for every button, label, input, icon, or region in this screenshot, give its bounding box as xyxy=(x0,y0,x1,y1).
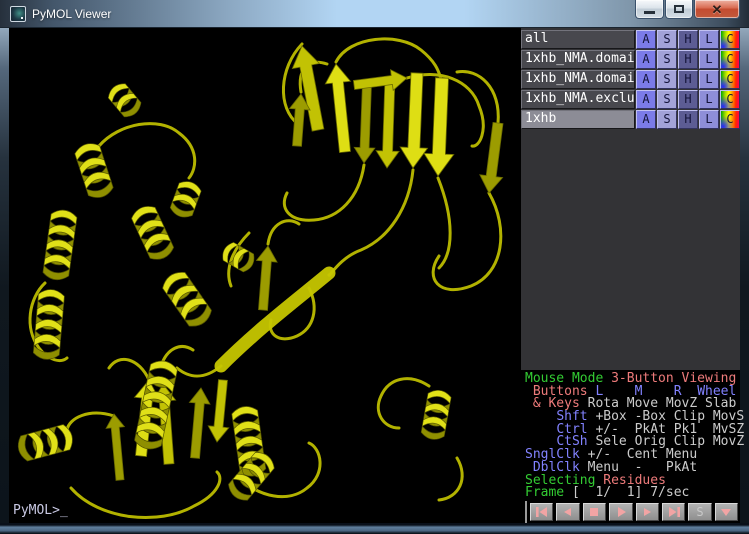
protein-structure xyxy=(9,28,521,523)
object-label[interactable]: 1xhb xyxy=(521,110,635,129)
stop-icon xyxy=(587,506,601,518)
menu-button[interactable] xyxy=(715,503,738,521)
a-menu-button[interactable]: A xyxy=(636,30,656,49)
frame-line: Frame [ 1/ 1] 7/sec xyxy=(525,487,740,500)
object-row-1xhb-nma-domain-[interactable]: 1xhb_NMA.domain.ASHLC xyxy=(521,70,740,89)
s-menu-button[interactable]: S xyxy=(657,110,677,129)
h-menu-button[interactable]: H xyxy=(678,30,698,49)
c-menu-button[interactable]: C xyxy=(720,30,740,49)
s-menu-button[interactable]: S xyxy=(657,50,677,69)
go-to-start-button[interactable] xyxy=(530,503,553,521)
scene-button[interactable]: S xyxy=(688,503,711,521)
molecule-viewport[interactable]: PyMOL>_ xyxy=(9,28,521,523)
a-menu-button[interactable]: A xyxy=(636,50,656,69)
object-label[interactable]: 1xhb_NMA.exclude xyxy=(521,90,635,109)
step-back-button[interactable] xyxy=(556,503,579,521)
titlebar[interactable]: PyMOL Viewer ✕ xyxy=(0,0,749,28)
maximize-button[interactable] xyxy=(665,0,693,19)
h-menu-button[interactable]: H xyxy=(678,110,698,129)
skip-start-icon xyxy=(535,506,549,518)
window-border-left xyxy=(0,28,9,523)
minimize-button[interactable] xyxy=(635,0,664,19)
a-menu-button[interactable]: A xyxy=(636,70,656,89)
go-to-end-button[interactable] xyxy=(662,503,685,521)
object-row-1xhb-nma-exclude[interactable]: 1xhb_NMA.excludeASHLC xyxy=(521,90,740,109)
play-button[interactable] xyxy=(609,503,632,521)
step-forward-icon xyxy=(640,506,654,518)
l-menu-button[interactable]: L xyxy=(699,90,719,109)
stop-button[interactable] xyxy=(583,503,606,521)
step-back-icon xyxy=(561,506,575,518)
s-menu-button[interactable]: S xyxy=(657,30,677,49)
object-row-1xhb[interactable]: 1xhbASHLC xyxy=(521,110,740,129)
c-menu-button[interactable]: C xyxy=(720,70,740,89)
text-segment: Frame xyxy=(525,485,572,500)
c-menu-button[interactable]: C xyxy=(720,50,740,69)
object-list: allASHLC1xhb_NMA.domain.ASHLC1xhb_NMA.do… xyxy=(521,28,740,129)
l-menu-button[interactable]: L xyxy=(699,50,719,69)
close-icon: ✕ xyxy=(712,3,723,16)
mouse-panel: Mouse Mode 3-Button Viewing Buttons L M … xyxy=(521,370,740,523)
s-letter-icon: S xyxy=(696,506,703,518)
l-menu-button[interactable]: L xyxy=(699,70,719,89)
movie-playback-bar: S xyxy=(525,501,740,523)
step-forward-button[interactable] xyxy=(636,503,659,521)
a-menu-button[interactable]: A xyxy=(636,90,656,109)
h-menu-button[interactable]: H xyxy=(678,70,698,89)
a-menu-button[interactable]: A xyxy=(636,110,656,129)
maximize-icon xyxy=(674,5,684,13)
object-label[interactable]: all xyxy=(521,30,635,49)
app-icon xyxy=(10,6,26,22)
skip-end-icon xyxy=(667,506,681,518)
c-menu-button[interactable]: C xyxy=(720,110,740,129)
object-label[interactable]: 1xhb_NMA.domain. xyxy=(521,70,635,89)
caption-buttons: ✕ xyxy=(635,0,740,19)
s-menu-button[interactable]: S xyxy=(657,90,677,109)
play-icon xyxy=(614,506,628,518)
object-row-all[interactable]: allASHLC xyxy=(521,30,740,49)
l-menu-button[interactable]: L xyxy=(699,110,719,129)
pymol-viewer-window: PyMOL Viewer ✕ xyxy=(0,0,749,534)
minimize-icon xyxy=(644,11,655,14)
text-segment: [ 1/ 1] 7/sec xyxy=(572,485,689,500)
internal-gui-panel: allASHLC1xhb_NMA.domain.ASHLC1xhb_NMA.do… xyxy=(521,28,740,523)
c-menu-button[interactable]: C xyxy=(720,90,740,109)
down-triangle-icon xyxy=(719,506,733,518)
h-menu-button[interactable]: H xyxy=(678,90,698,109)
object-label[interactable]: 1xhb_NMA.domain. xyxy=(521,50,635,69)
l-menu-button[interactable]: L xyxy=(699,30,719,49)
window-title: PyMOL Viewer xyxy=(32,7,111,21)
window-border-bottom xyxy=(0,523,749,534)
s-menu-button[interactable]: S xyxy=(657,70,677,89)
h-menu-button[interactable]: H xyxy=(678,50,698,69)
command-prompt[interactable]: PyMOL>_ xyxy=(13,503,68,518)
close-button[interactable]: ✕ xyxy=(694,0,740,19)
object-row-1xhb-nma-domain-[interactable]: 1xhb_NMA.domain.ASHLC xyxy=(521,50,740,69)
